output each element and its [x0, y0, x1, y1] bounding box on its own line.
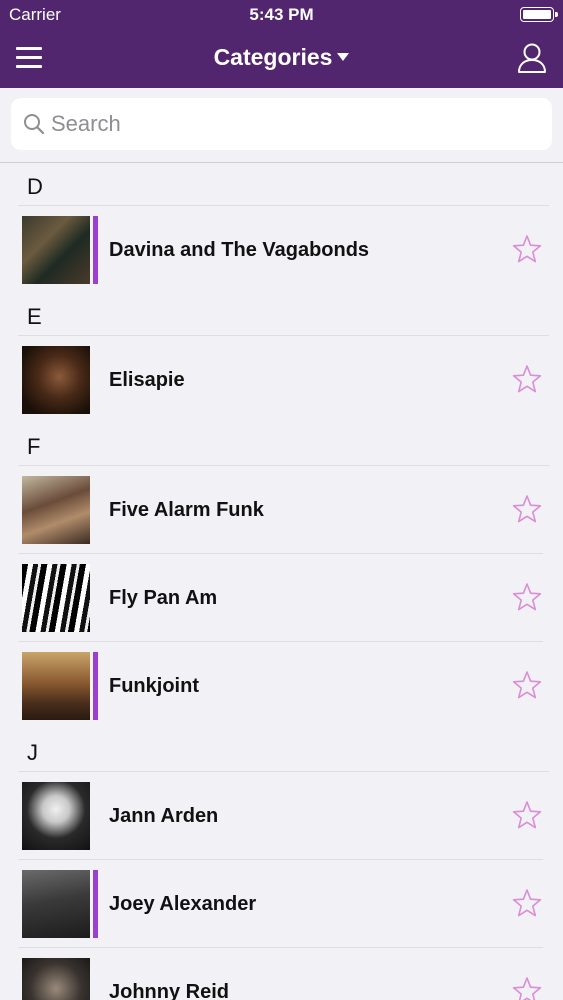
user-profile-icon[interactable] — [517, 42, 547, 74]
artist-thumbnail — [22, 346, 90, 414]
artist-thumbnail — [22, 870, 90, 938]
categories-dropdown[interactable]: Categories — [0, 44, 563, 71]
section-letter: J — [27, 740, 38, 765]
favorite-star-icon[interactable] — [512, 888, 542, 918]
favorite-star-icon[interactable] — [512, 976, 542, 1000]
highlight-bar — [93, 652, 98, 720]
page-title: Categories — [213, 44, 333, 70]
artist-name: Five Alarm Funk — [109, 499, 264, 521]
list-item[interactable]: Elisapie — [0, 336, 563, 424]
section-header: J — [0, 730, 563, 772]
artist-name: Funkjoint — [109, 675, 199, 697]
artist-name: Davina and The Vagabonds — [109, 239, 370, 261]
artist-name: Johnny Reid — [109, 981, 230, 1000]
battery-icon — [520, 7, 558, 22]
caret-down-icon — [337, 53, 350, 61]
section-header: F — [0, 424, 563, 466]
section-letter: D — [27, 174, 43, 199]
favorite-star-icon[interactable] — [512, 670, 542, 700]
nav-bar: Categories — [0, 30, 563, 88]
artist-list[interactable]: D Davina and The Vagabonds E Elisapie F Five … — [0, 164, 563, 1000]
list-item[interactable]: Johnny Reid — [0, 948, 563, 1000]
artist-name: Joey Alexander — [109, 893, 257, 915]
section-letter: E — [27, 304, 42, 329]
section-header: D — [0, 164, 563, 206]
favorite-star-icon[interactable] — [512, 800, 542, 830]
list-item[interactable]: Davina and The Vagabonds — [0, 206, 563, 294]
section-header: E — [0, 294, 563, 336]
list-item[interactable]: Fly Pan Am — [0, 554, 563, 642]
search-box[interactable] — [11, 98, 552, 150]
highlight-bar — [93, 870, 98, 938]
status-bar: Carrier 5:43 PM — [0, 0, 563, 30]
artist-thumbnail — [22, 216, 90, 284]
search-icon — [24, 114, 45, 135]
favorite-star-icon[interactable] — [512, 234, 542, 264]
list-item[interactable]: Jann Arden — [0, 772, 563, 860]
artist-thumbnail — [22, 652, 90, 720]
artist-thumbnail — [22, 958, 90, 1000]
search-input[interactable] — [51, 108, 531, 140]
artist-name: Fly Pan Am — [109, 587, 218, 609]
favorite-star-icon[interactable] — [512, 582, 542, 612]
artist-thumbnail — [22, 564, 90, 632]
favorite-star-icon[interactable] — [512, 364, 542, 394]
artist-name: Jann Arden — [109, 805, 219, 827]
status-time: 5:43 PM — [249, 5, 314, 24]
list-item[interactable]: Five Alarm Funk — [0, 466, 563, 554]
list-item[interactable]: Funkjoint — [0, 642, 563, 730]
section-letter: F — [27, 434, 41, 459]
artist-thumbnail — [22, 476, 90, 544]
search-area — [0, 88, 563, 163]
highlight-bar — [93, 216, 98, 284]
artist-name: Elisapie — [109, 369, 185, 391]
list-item[interactable]: Joey Alexander — [0, 860, 563, 948]
favorite-star-icon[interactable] — [512, 494, 542, 524]
artist-thumbnail — [22, 782, 90, 850]
